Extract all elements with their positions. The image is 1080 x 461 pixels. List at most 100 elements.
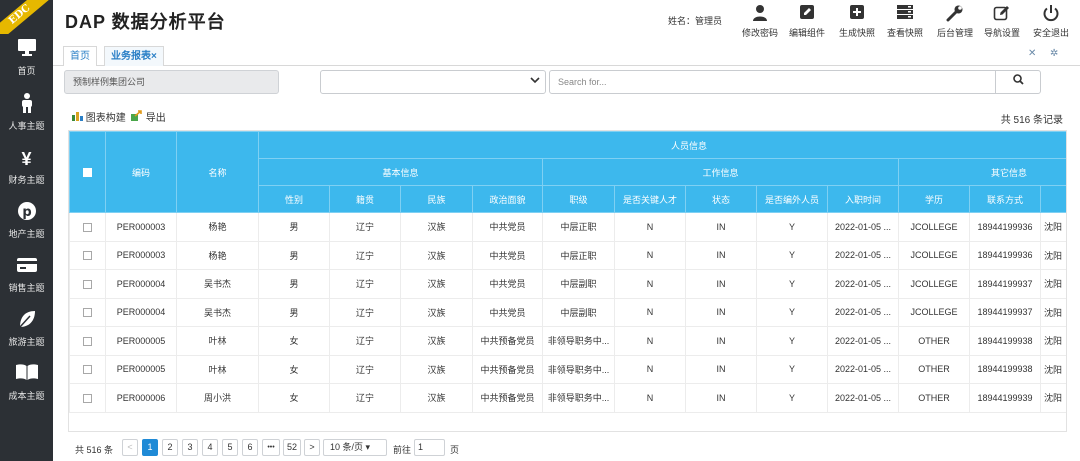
sidebar-item-finance[interactable]: ¥ 财务主题: [0, 147, 53, 199]
column-header[interactable]: 职级: [542, 185, 615, 213]
column-header[interactable]: 是否关键人才: [614, 185, 686, 213]
column-header[interactable]: 学历: [898, 185, 970, 213]
edit-square-icon: [979, 4, 1025, 24]
export-button[interactable]: 导出: [131, 109, 166, 124]
row-checkbox[interactable]: [83, 365, 92, 375]
row-checkbox-cell[interactable]: [69, 240, 106, 270]
table-row[interactable]: PER000005 叶林女辽宁 汉族 中共预备党员 非领导职务中... N IN Y 2022-…: [69, 354, 1066, 384]
column-header[interactable]: 名称: [176, 131, 259, 213]
row-checkbox[interactable]: [83, 222, 92, 232]
column-header[interactable]: 状态: [685, 185, 757, 213]
edit-component-button[interactable]: 编辑组件: [784, 4, 830, 39]
table-cell: 辽宁: [329, 354, 401, 384]
create-snapshot-button[interactable]: 生成快照: [834, 4, 880, 39]
page-button-4[interactable]: 4: [202, 439, 218, 456]
column-header[interactable]: 政治面貌: [472, 185, 543, 213]
page-button-5[interactable]: 5: [222, 439, 238, 456]
row-checkbox[interactable]: [83, 251, 92, 261]
page-button-52[interactable]: 52: [283, 439, 301, 456]
next-page-button[interactable]: >: [304, 439, 320, 456]
page-size-select[interactable]: 10 条/页 ▾: [323, 439, 387, 456]
chart-icon: [72, 112, 86, 124]
tab-business-report[interactable]: 业务报表×: [104, 46, 164, 66]
row-checkbox-cell[interactable]: [69, 354, 106, 384]
row-checkbox-cell[interactable]: [69, 212, 106, 242]
row-checkbox[interactable]: [83, 279, 92, 289]
sidebar-item-home[interactable]: 首页: [0, 38, 53, 90]
page-button-1[interactable]: 1: [142, 439, 158, 456]
search-button[interactable]: [995, 70, 1041, 94]
table-cell: IN: [685, 297, 757, 327]
power-icon: [1028, 4, 1074, 24]
page-button-2[interactable]: 2: [162, 439, 178, 456]
table-cell: IN: [685, 383, 757, 413]
header: DAP 数据分析平台 姓名：管理员 修改密码 编辑组件 生成快照 查看快照 后台…: [53, 0, 1080, 44]
table-row[interactable]: PER000006 周小洪女辽宁 汉族 中共预备党员 非领导职务中... N IN Y 2022…: [69, 383, 1066, 413]
credit-card-icon: [0, 255, 53, 279]
tab-home[interactable]: 首页: [63, 46, 97, 66]
fullscreen-icon[interactable]: ✕: [1028, 48, 1036, 59]
table-cell: PER000005: [105, 326, 177, 356]
table-cell: N: [614, 297, 686, 327]
row-checkbox-cell[interactable]: [69, 383, 106, 413]
table-row[interactable]: PER000003 杨艳男辽宁 汉族 中共党员 中层正职 N IN Y 2022-01-05 .…: [69, 212, 1066, 242]
column-header[interactable]: 联系方式: [969, 185, 1041, 213]
column-header[interactable]: 是否编外人员: [756, 185, 828, 213]
table-row[interactable]: PER000005 叶林女辽宁 汉族 中共预备党员 非领导职务中... N IN Y 2022-…: [69, 326, 1066, 356]
monitor-icon: [0, 38, 53, 62]
sidebar-item-realestate[interactable]: p 地产主题: [0, 201, 53, 253]
column-header[interactable]: 入职时间: [827, 185, 899, 213]
category-select[interactable]: [320, 70, 546, 94]
table-cell: IN: [685, 212, 757, 242]
sidebar-item-label: 销售主题: [8, 283, 45, 293]
sidebar-item-label: 首页: [17, 66, 36, 76]
user-icon: [737, 4, 783, 24]
column-header[interactable]: 编码: [105, 131, 177, 213]
nav-settings-button[interactable]: 导航设置: [979, 4, 1025, 39]
page-button-3[interactable]: 3: [182, 439, 198, 456]
table-cell: 中共党员: [472, 240, 543, 270]
change-password-button[interactable]: 修改密码: [737, 4, 783, 39]
table-cell: 叶林: [176, 354, 259, 384]
prev-page-button[interactable]: <: [122, 439, 138, 456]
page-ellipsis[interactable]: •••: [262, 439, 280, 456]
group-header: 工作信息: [542, 158, 899, 186]
table-cell: 女: [258, 383, 330, 413]
table-cell: JCOLLEGE: [898, 212, 970, 242]
table-row[interactable]: PER000004 吴书杰男辽宁 汉族 中共党员 中层副职 N IN Y 2022-01-05 …: [69, 269, 1066, 299]
chart-build-button[interactable]: 图表构建: [72, 109, 126, 124]
gear-icon[interactable]: ✲: [1050, 48, 1058, 59]
pin-icon: p: [0, 201, 53, 225]
table-cell: 沈阳: [1039, 354, 1066, 384]
sidebar-item-hr[interactable]: 人事主题: [0, 93, 53, 145]
tab-close-icon[interactable]: ×: [151, 51, 157, 62]
table-row[interactable]: PER000003 杨艳男辽宁 汉族 中共党员 中层正职 N IN Y 2022-01-05 .…: [69, 240, 1066, 270]
org-field[interactable]: 预制样例集团公司: [64, 70, 279, 94]
logout-button[interactable]: 安全退出: [1028, 4, 1074, 39]
column-header[interactable]: 性别: [258, 185, 330, 213]
row-checkbox-cell[interactable]: [69, 269, 106, 299]
table-cell: 2022-01-05 ...: [827, 297, 899, 327]
view-snapshot-button[interactable]: 查看快照: [882, 4, 928, 39]
goto-page-input[interactable]: 1: [414, 439, 445, 456]
column-header[interactable]: 民族: [400, 185, 473, 213]
sidebar-item-cost[interactable]: 成本主题: [0, 363, 53, 415]
sidebar-item-travel[interactable]: 旅游主题: [0, 309, 53, 361]
select-all-cell[interactable]: [69, 131, 106, 213]
row-checkbox-cell[interactable]: [69, 297, 106, 327]
table-cell: 18944199937: [969, 269, 1041, 299]
row-checkbox-cell[interactable]: [69, 326, 106, 356]
row-checkbox[interactable]: [83, 336, 92, 346]
select-all-checkbox[interactable]: [83, 168, 92, 178]
table-row[interactable]: PER000004 吴书杰男辽宁 汉族 中共党员 中层副职 N IN Y 2022-01-05 …: [69, 297, 1066, 327]
search-input[interactable]: [549, 70, 996, 94]
page-button-6[interactable]: 6: [242, 439, 258, 456]
sidebar-item-sales[interactable]: 销售主题: [0, 255, 53, 307]
row-checkbox[interactable]: [83, 308, 92, 318]
column-header[interactable]: 籍贯: [329, 185, 401, 213]
row-checkbox[interactable]: [83, 393, 92, 403]
column-header[interactable]: 现: [1039, 185, 1066, 213]
table-cell: 沈阳: [1039, 297, 1066, 327]
admin-button[interactable]: 后台管理: [932, 4, 978, 39]
table-cell: 中共党员: [472, 212, 543, 242]
